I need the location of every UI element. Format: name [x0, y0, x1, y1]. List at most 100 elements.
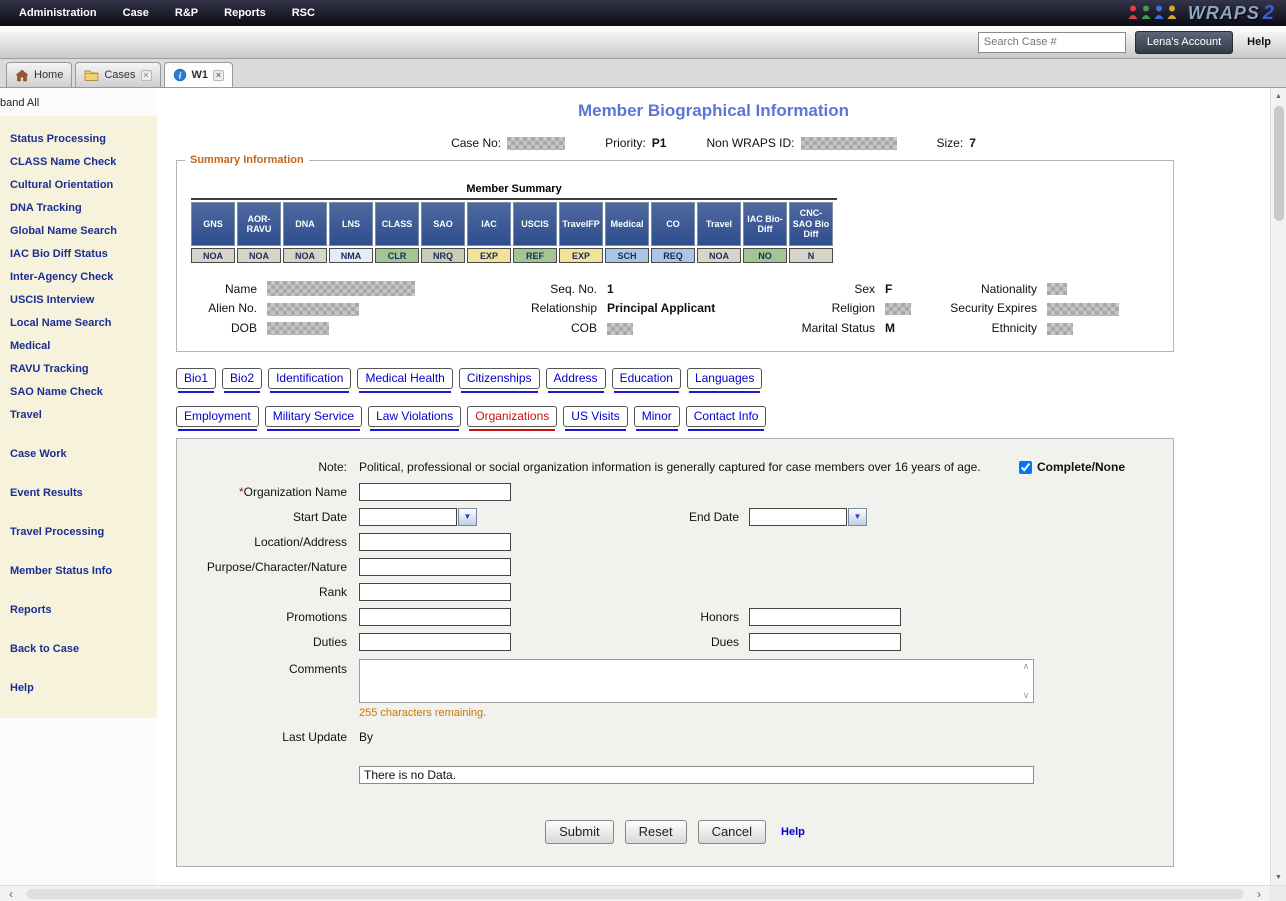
tab-us-visits[interactable]: US Visits — [563, 406, 627, 427]
sidebar-item-member-status-info[interactable]: Member Status Info — [7, 560, 151, 583]
alien-no-label: Alien No. — [177, 301, 267, 315]
wraps-brand-number: 2 — [1263, 2, 1274, 25]
member-tabs-row2: Employment Military Service Law Violatio… — [176, 406, 1270, 433]
vertical-scrollbar-thumb[interactable] — [1274, 106, 1284, 221]
tab-contact-info[interactable]: Contact Info — [686, 406, 767, 427]
scroll-left-arrow-icon[interactable]: ‹ — [0, 887, 22, 901]
horizontal-scrollbar[interactable]: ‹ › — [0, 885, 1286, 901]
complete-none-group: Complete/None — [1019, 460, 1125, 474]
tab-law-violations[interactable]: Law Violations — [368, 406, 461, 427]
sidebar-item-inter-agency-check[interactable]: Inter-Agency Check — [7, 266, 151, 289]
location-row: Location/Address — [177, 530, 1173, 555]
tab-bio2[interactable]: Bio2 — [222, 368, 262, 389]
sidebar-item-iac-bio-diff-status[interactable]: IAC Bio Diff Status — [7, 243, 151, 266]
close-icon[interactable]: × — [213, 70, 224, 81]
sidebar-item-travel-processing[interactable]: Travel Processing — [7, 521, 151, 544]
sidebar-item-class-name-check[interactable]: CLASS Name Check — [7, 151, 151, 174]
scroll-right-arrow-icon[interactable]: › — [1248, 887, 1270, 901]
start-date-calendar-button[interactable]: ▼ — [458, 508, 477, 526]
sidebar-item-ravu-tracking[interactable]: RAVU Tracking — [7, 358, 151, 381]
menu-administration[interactable]: Administration — [6, 7, 110, 19]
top-toolbar: Lena's Account Help — [0, 26, 1286, 59]
end-date-calendar-button[interactable]: ▼ — [848, 508, 867, 526]
comments-row: Comments ∧ ∨ — [177, 659, 1173, 703]
vertical-scrollbar[interactable]: ▲ ▼ — [1270, 88, 1286, 885]
honors-input[interactable] — [749, 608, 901, 626]
form-help-link[interactable]: Help — [781, 826, 805, 838]
duties-row: Duties Dues — [177, 630, 1173, 655]
help-menu[interactable]: Help — [1242, 36, 1276, 48]
scroll-down-arrow-icon[interactable]: ▼ — [1271, 869, 1286, 885]
non-wraps-id-redacted — [801, 137, 897, 150]
sidebar-item-global-name-search[interactable]: Global Name Search — [7, 220, 151, 243]
sidebar-item-status-processing[interactable]: Status Processing — [7, 128, 151, 151]
tab-citizenships[interactable]: Citizenships — [459, 368, 540, 389]
tab-cases[interactable]: Cases × — [75, 62, 160, 87]
sidebar-item-case-work[interactable]: Case Work — [7, 443, 151, 466]
organization-name-input[interactable] — [359, 483, 511, 501]
sidebar-item-sao-name-check[interactable]: SAO Name Check — [7, 381, 151, 404]
comments-textarea[interactable] — [360, 660, 1019, 702]
tab-languages[interactable]: Languages — [687, 368, 762, 389]
menu-rsc[interactable]: RSC — [279, 7, 328, 19]
tab-w1[interactable]: i W1 × — [164, 62, 234, 87]
dues-label: Dues — [659, 635, 739, 649]
menu-reports[interactable]: Reports — [211, 7, 279, 19]
purpose-input[interactable] — [359, 558, 511, 576]
promotions-input[interactable] — [359, 608, 511, 626]
promotions-row: Promotions Honors — [177, 605, 1173, 630]
sidebar-item-uscis-interview[interactable]: USCIS Interview — [7, 289, 151, 312]
duties-input[interactable] — [359, 633, 511, 651]
sidebar-item-medical[interactable]: Medical — [7, 335, 151, 358]
tab-education[interactable]: Education — [612, 368, 681, 389]
sidebar-item-help[interactable]: Help — [7, 677, 151, 700]
start-date-input[interactable] — [359, 508, 457, 526]
sidebar-item-reports[interactable]: Reports — [7, 599, 151, 622]
sidebar-item-event-results[interactable]: Event Results — [7, 482, 151, 505]
scroll-up-arrow-icon[interactable]: ▲ — [1271, 88, 1286, 104]
tab-military-service[interactable]: Military Service — [265, 406, 362, 427]
cob-label: COB — [482, 321, 607, 335]
sidebar-item-dna-tracking[interactable]: DNA Tracking — [7, 197, 151, 220]
reset-button[interactable]: Reset — [625, 820, 687, 844]
menu-case[interactable]: Case — [110, 7, 162, 19]
textarea-scrollbar[interactable]: ∧ ∨ — [1019, 660, 1033, 702]
status-badge: N — [789, 248, 833, 263]
relationship-value: Principal Applicant — [607, 301, 772, 315]
tab-address[interactable]: Address — [546, 368, 606, 389]
sidebar-item-back-to-case[interactable]: Back to Case — [7, 638, 151, 661]
rank-input[interactable] — [359, 583, 511, 601]
column-header: SAO — [421, 202, 465, 246]
horizontal-scrollbar-thumb[interactable] — [26, 889, 1244, 899]
tab-identification[interactable]: Identification — [268, 368, 351, 389]
close-icon[interactable]: × — [141, 70, 152, 81]
menu-rp[interactable]: R&P — [162, 7, 211, 19]
status-badge: EXP — [467, 248, 511, 263]
cancel-button[interactable]: Cancel — [698, 820, 766, 844]
sex-value: F — [885, 282, 943, 296]
main-area: band All Status Processing CLASS Name Ch… — [0, 88, 1286, 885]
tab-home[interactable]: Home — [6, 62, 72, 87]
end-date-input[interactable] — [749, 508, 847, 526]
tab-minor[interactable]: Minor — [634, 406, 680, 427]
tab-organizations[interactable]: Organizations — [467, 406, 557, 427]
scroll-up-icon[interactable]: ∧ — [1023, 661, 1030, 672]
sidebar-item-travel[interactable]: Travel — [7, 404, 151, 427]
search-case-input[interactable] — [978, 32, 1126, 53]
dues-input[interactable] — [749, 633, 901, 651]
sidebar-item-local-name-search[interactable]: Local Name Search — [7, 312, 151, 335]
tab-employment[interactable]: Employment — [176, 406, 259, 427]
tab-bio1[interactable]: Bio1 — [176, 368, 216, 389]
expand-all-link[interactable]: band All — [0, 88, 157, 116]
scroll-down-icon[interactable]: ∨ — [1023, 690, 1030, 701]
status-badge: NOA — [697, 248, 741, 263]
sidebar-item-cultural-orientation[interactable]: Cultural Orientation — [7, 174, 151, 197]
submit-button[interactable]: Submit — [545, 820, 613, 844]
complete-none-checkbox[interactable] — [1019, 461, 1032, 474]
window-tab-bar: Home Cases × i W1 × — [0, 59, 1286, 88]
tab-medical-health[interactable]: Medical Health — [357, 368, 452, 389]
comments-label: Comments — [177, 659, 347, 676]
case-no-redacted — [507, 137, 565, 150]
account-button[interactable]: Lena's Account — [1135, 31, 1233, 54]
location-address-input[interactable] — [359, 533, 511, 551]
